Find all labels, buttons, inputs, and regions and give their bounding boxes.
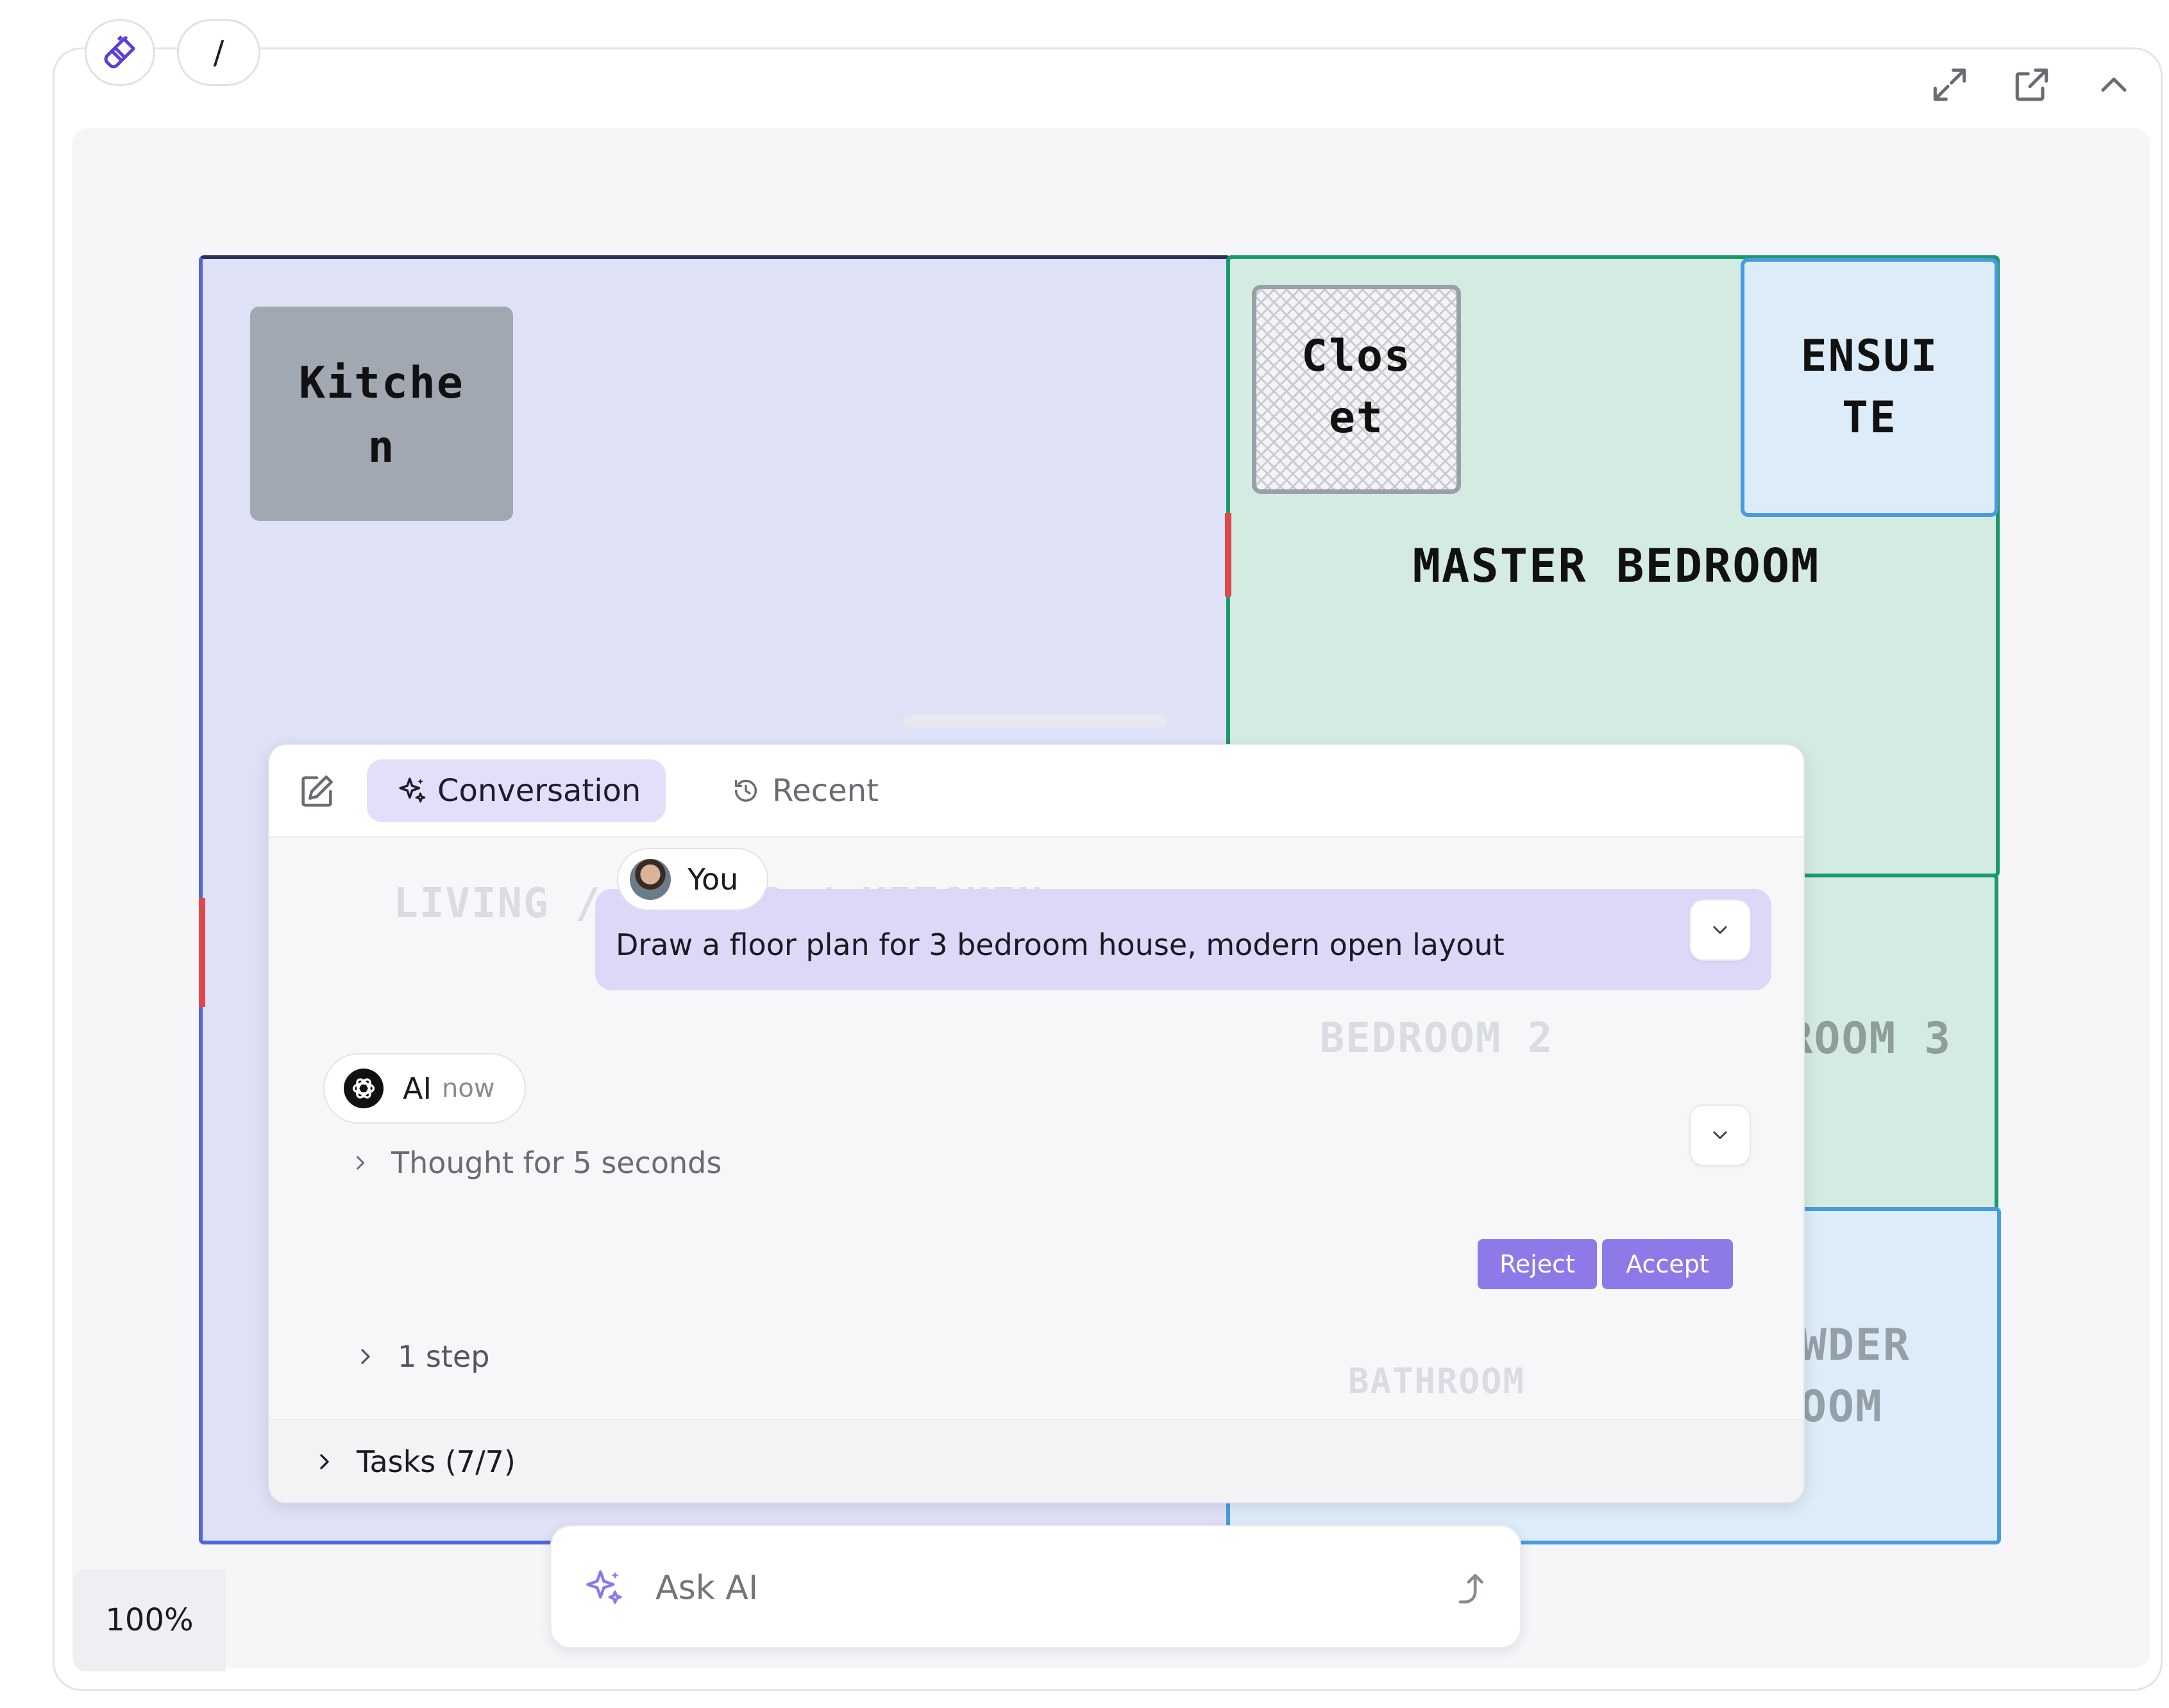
master-bedroom-label: MASTER BEDROOM	[1412, 539, 1820, 593]
avatar	[630, 859, 671, 900]
kitchen-label: Kitche n	[299, 358, 464, 473]
thought-label: Thought for 5 seconds	[391, 1146, 722, 1180]
slash-command-button[interactable]: /	[177, 19, 260, 86]
steps-toggle[interactable]: 1 step	[353, 1334, 489, 1379]
sparkles-icon	[586, 1570, 622, 1604]
slash-label: /	[213, 34, 224, 71]
bathroom-label: BATHROOM	[1347, 1361, 1526, 1401]
door-marker	[1225, 513, 1231, 596]
external-link-icon[interactable]	[2010, 63, 2054, 106]
expand-message-button[interactable]	[1689, 899, 1751, 961]
expand-ai-message-button[interactable]	[1689, 1104, 1751, 1166]
ask-ai-bar	[550, 1525, 1521, 1648]
user-name: You	[688, 862, 739, 897]
ai-timestamp: now	[442, 1074, 495, 1103]
chat-tab-bar: Conversation Recent	[269, 745, 1803, 838]
user-message-bubble: Draw a floor plan for 3 bedroom house, m…	[595, 889, 1771, 990]
ai-chat-panel: LIVING / DINING / KITCHEN BEDROOM 2 BATH…	[268, 744, 1805, 1503]
ai-name: AI	[403, 1071, 432, 1106]
tab-conversation-label: Conversation	[437, 773, 641, 809]
reject-button[interactable]: Reject	[1478, 1239, 1597, 1289]
chevron-right-icon	[357, 1156, 364, 1170]
sparkles-icon	[399, 777, 426, 803]
brush-tool-button[interactable]	[85, 19, 155, 86]
steps-label: 1 step	[398, 1339, 490, 1374]
ask-ai-input[interactable]	[654, 1560, 1426, 1616]
compose-icon[interactable]	[296, 771, 337, 812]
ai-chip: AI now	[323, 1053, 526, 1124]
history-icon	[734, 779, 757, 802]
tasks-label: Tasks (7/7)	[357, 1444, 516, 1479]
user-chip: You	[617, 848, 768, 911]
ensuite-label: ENSUI TE	[1800, 331, 1939, 443]
tab-recent[interactable]: Recent	[712, 759, 904, 822]
closet-label: Clos et	[1301, 331, 1412, 443]
openai-logo-icon	[344, 1069, 384, 1108]
send-arrow-icon[interactable]	[1452, 1569, 1492, 1609]
chevron-up-icon[interactable]	[2092, 63, 2136, 106]
thought-toggle[interactable]: Thought for 5 seconds	[349, 1140, 722, 1185]
paintbrush-icon	[104, 35, 135, 69]
panel-drag-handle[interactable]	[903, 714, 1167, 727]
tab-conversation[interactable]: Conversation	[367, 759, 666, 822]
tasks-bar[interactable]: Tasks (7/7)	[269, 1419, 1803, 1502]
zoom-level[interactable]: 100%	[73, 1569, 226, 1671]
accept-button[interactable]: Accept	[1602, 1239, 1733, 1289]
bedroom-2-label: BEDROOM 2	[1319, 1015, 1554, 1062]
chevron-down-icon	[1713, 926, 1727, 934]
chevron-down-icon	[1713, 1131, 1727, 1139]
user-message-text: Draw a floor plan for 3 bedroom house, m…	[616, 927, 1505, 962]
door-marker	[199, 898, 205, 1007]
expand-icon[interactable]	[1928, 63, 1971, 106]
chevron-right-icon	[320, 1454, 329, 1469]
tab-recent-label: Recent	[772, 773, 879, 809]
chevron-right-icon	[361, 1349, 370, 1364]
